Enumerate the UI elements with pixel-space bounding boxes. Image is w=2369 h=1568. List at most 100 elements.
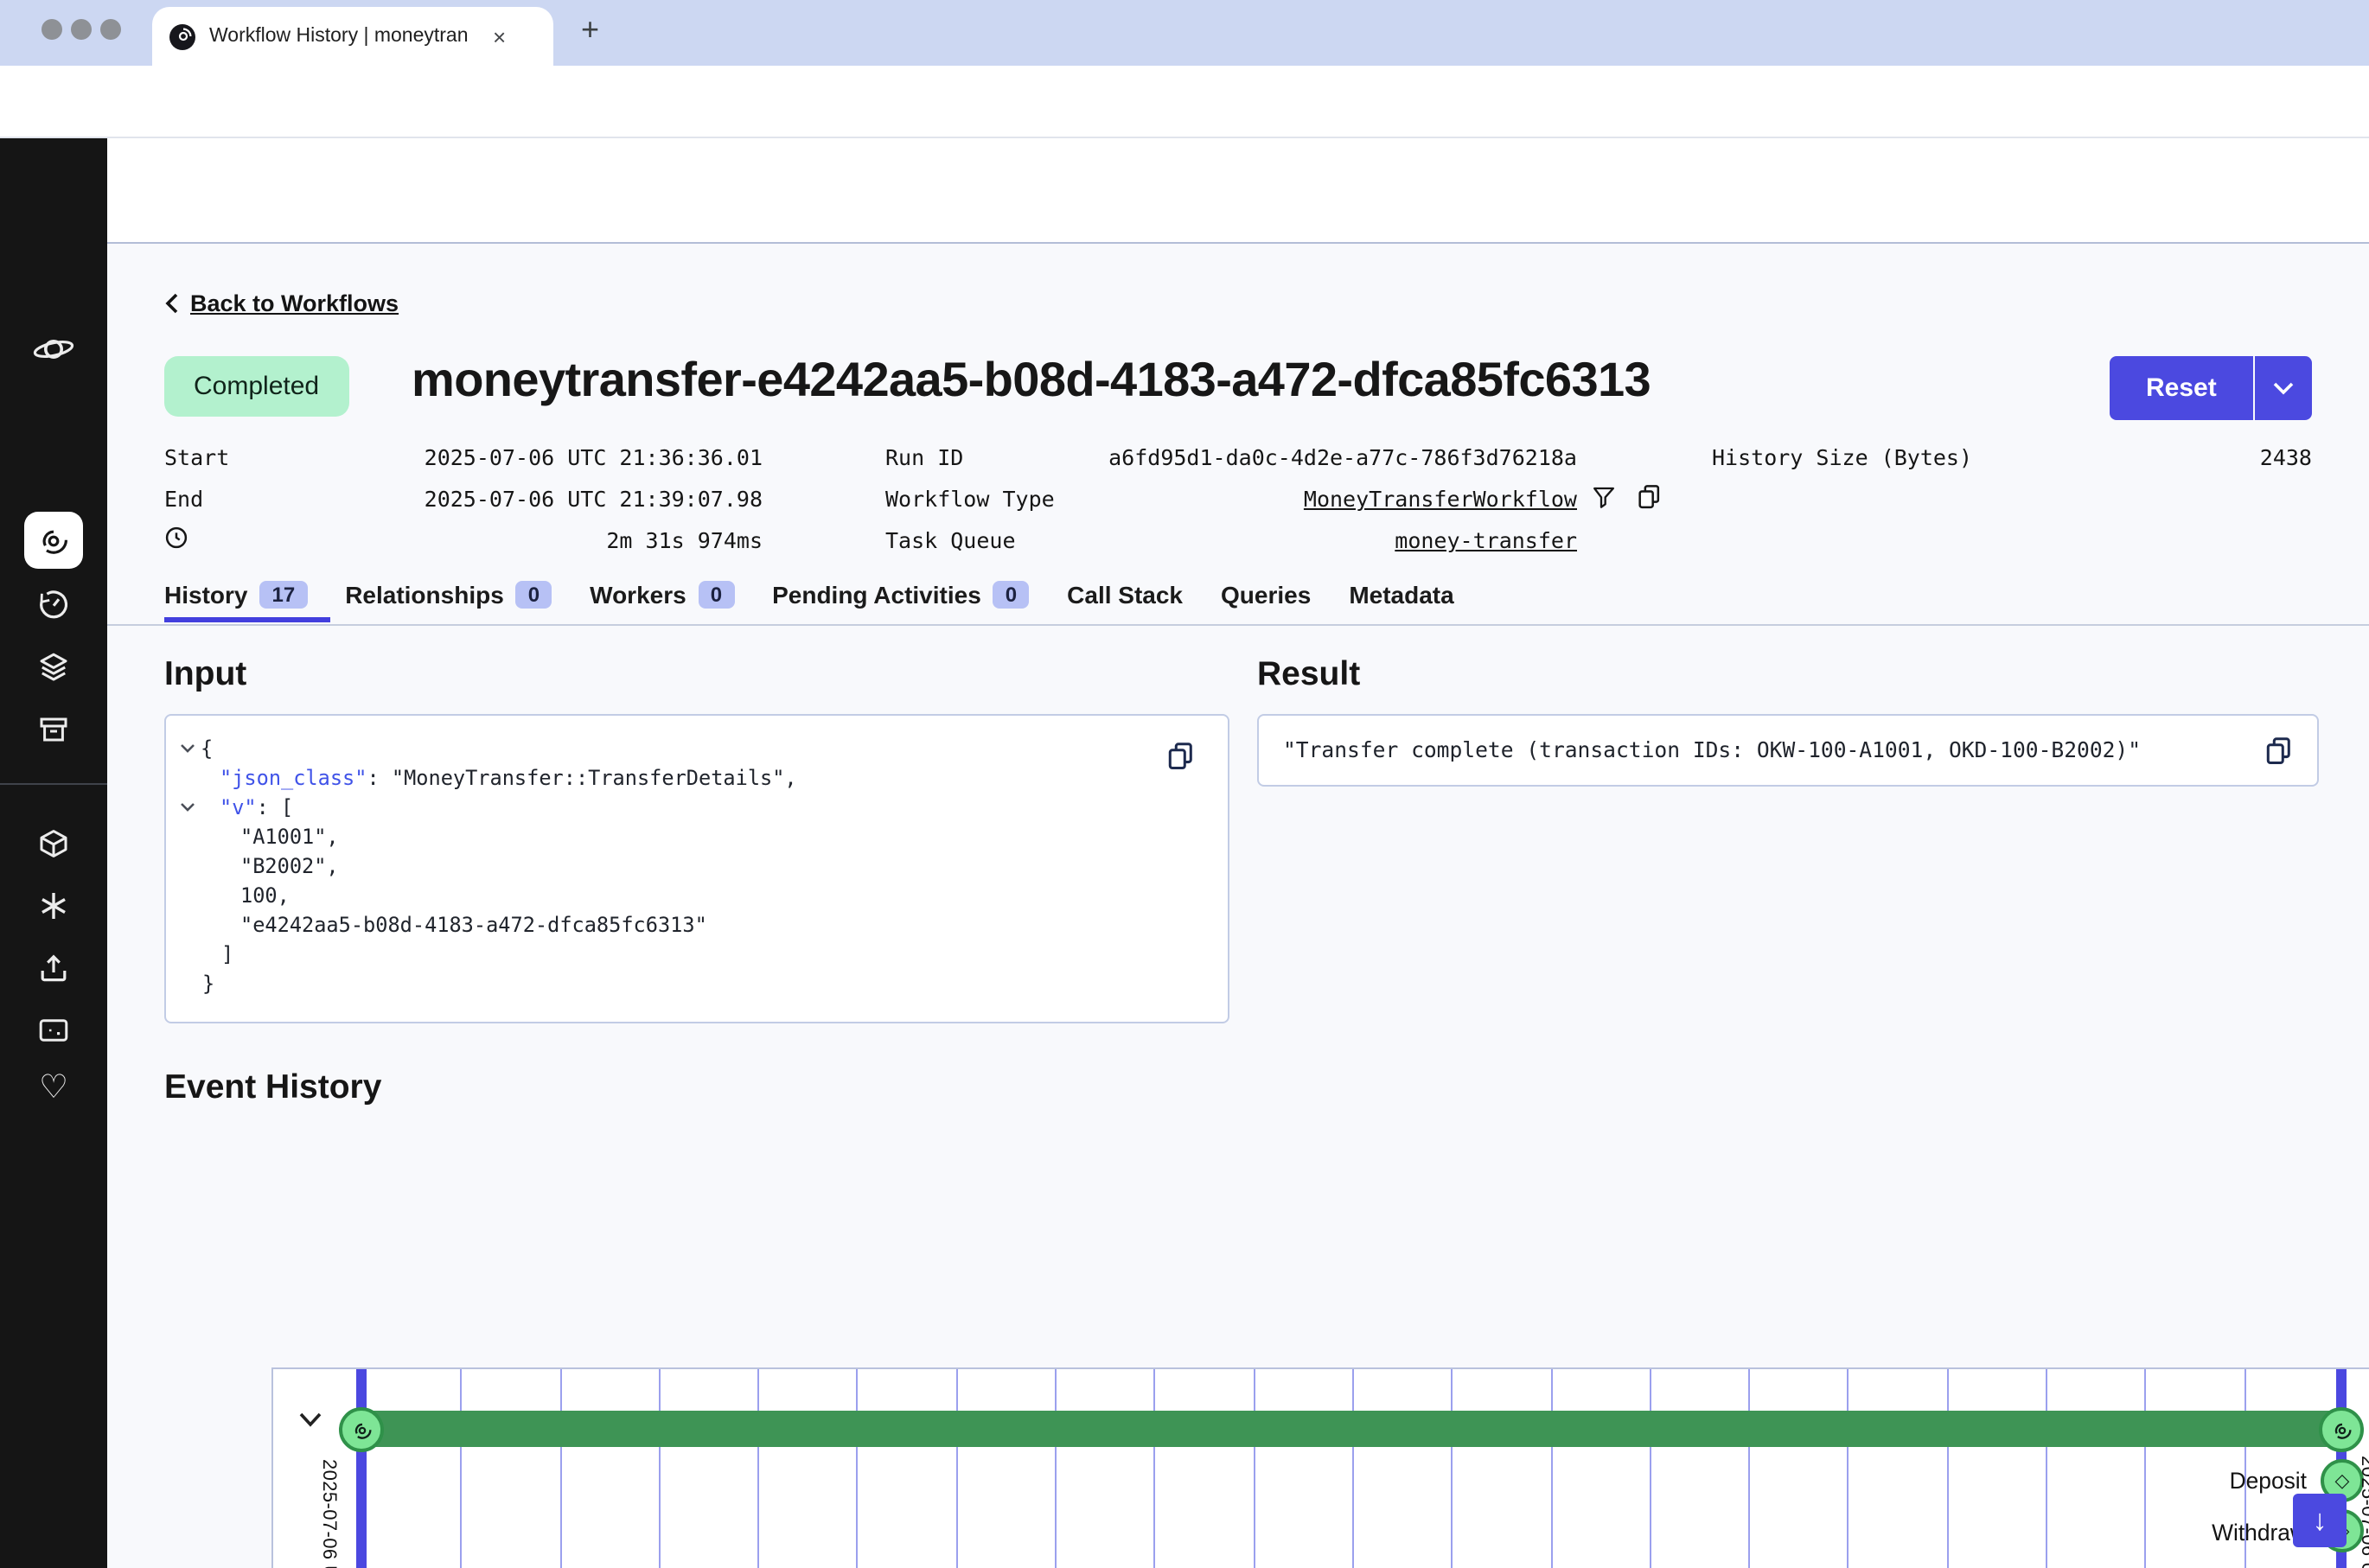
tab-workers-count: 0: [699, 581, 734, 609]
timeline-collapse-chevron-icon[interactable]: [297, 1411, 323, 1428]
end-value: 2025-07-06 UTC 21:39:07.98: [346, 486, 763, 512]
workflow-type-label: Workflow Type: [885, 486, 1055, 512]
tab-pending-activities[interactable]: Pending Activities 0: [772, 581, 1029, 609]
duration-value: 2m 31s 974ms: [346, 527, 763, 553]
archival-box-icon[interactable]: [36, 712, 71, 747]
schedules-clock-icon[interactable]: [36, 588, 71, 622]
scroll-to-end-button[interactable]: ↓: [2293, 1494, 2347, 1547]
history-size-value: 2438: [2144, 444, 2312, 470]
reset-split-button: Reset: [2110, 356, 2312, 420]
heart-icon[interactable]: ♡: [36, 1072, 71, 1106]
tab-call-stack-label: Call Stack: [1067, 581, 1183, 609]
batch-layers-icon[interactable]: [36, 650, 71, 685]
browser-toolbar: ← → ↻ localhost:8080/namespaces/default/…: [0, 66, 2369, 138]
import-upload-icon[interactable]: [36, 951, 71, 985]
traffic-light-zoom[interactable]: [100, 19, 121, 40]
workflow-start-event-marker[interactable]: [339, 1407, 384, 1452]
tab-relationships-count: 0: [516, 581, 552, 609]
gridline: [1748, 1369, 1750, 1568]
traffic-light-minimize[interactable]: [71, 19, 92, 40]
tab-metadata[interactable]: Metadata: [1349, 581, 1453, 609]
gridline: [659, 1369, 661, 1568]
json-value: : "MoneyTransfer::TransferDetails",: [367, 766, 796, 790]
gridline: [757, 1369, 759, 1568]
sidebar-divider: [0, 783, 107, 785]
traffic-light-close[interactable]: [42, 19, 62, 40]
workflow-type-value: MoneyTransferWorkflow: [1055, 486, 1577, 512]
collapse-chevron-icon[interactable]: [180, 802, 195, 813]
back-link-label[interactable]: Back to Workflows: [190, 290, 399, 316]
temporal-logo-icon[interactable]: [33, 328, 74, 370]
result-box: "Transfer complete (transaction IDs: OKW…: [1257, 714, 2319, 787]
copy-workflow-type-icon[interactable]: [1636, 482, 1662, 510]
result-value: "Transfer complete (transaction IDs: OKW…: [1283, 738, 2264, 762]
event-history-timeline: Deposit ◇ Withdraw ◇ 2025-07-06 UTC 21:3…: [271, 1367, 2369, 1568]
tab-pending-activities-label: Pending Activities: [772, 581, 981, 609]
timeline-start-time: 2025-07-06 UTC 21:36:36.01: [318, 1459, 339, 1568]
app-sidebar: ♡ ☀ 2.34.0: [0, 138, 107, 1568]
diamond-icon: ◇: [2335, 1469, 2350, 1492]
down-arrow-icon: ↓: [2313, 1506, 2327, 1535]
gridline: [1947, 1369, 1949, 1568]
gridline: [1352, 1369, 1354, 1568]
gridline: [1254, 1369, 1255, 1568]
json-key: "v": [220, 795, 257, 819]
json-line: "json_class": "MoneyTransfer::TransferDe…: [220, 766, 797, 790]
tabs-divider: [107, 624, 2369, 626]
tab-close-icon[interactable]: ×: [493, 23, 506, 49]
workflow-type-link[interactable]: MoneyTransferWorkflow: [1304, 486, 1577, 512]
status-badge-label: Completed: [194, 372, 319, 401]
workflows-icon[interactable]: [36, 524, 71, 558]
cube-icon[interactable]: [36, 826, 71, 861]
browser-tab[interactable]: Workflow History | moneytran ×: [152, 7, 553, 66]
browser-tabstrip: Workflow History | moneytran × +: [0, 0, 2369, 66]
tab-relationships[interactable]: Relationships0: [345, 581, 552, 609]
workflow-tabs: History17 Relationships0 Workers0 Pendin…: [164, 581, 1454, 609]
result-heading: Result: [1257, 655, 1360, 695]
json-line: {: [201, 736, 213, 761]
gridline: [856, 1369, 858, 1568]
main-content: Back to Workflows Completed moneytransfe…: [107, 244, 2369, 1568]
copy-input-icon[interactable]: [1165, 740, 1195, 771]
gridline: [1847, 1369, 1849, 1568]
event-history-heading: Event History: [164, 1068, 381, 1108]
asterisk-icon[interactable]: [36, 889, 71, 923]
json-line: "A1001",: [240, 825, 339, 849]
gridline: [1551, 1369, 1553, 1568]
temporal-favicon: [169, 23, 195, 49]
back-to-workflows[interactable]: Back to Workflows: [164, 290, 399, 316]
collapse-chevron-icon[interactable]: [180, 743, 195, 754]
run-id-value: a6fd95d1-da0c-4d2e-a77c-786f3d76218a: [1055, 444, 1577, 470]
tab-workers[interactable]: Workers0: [590, 581, 734, 609]
json-line: ]: [221, 942, 233, 966]
tab-history[interactable]: History17: [164, 581, 307, 609]
copy-result-icon[interactable]: [2264, 735, 2293, 766]
active-tab-underline: [164, 617, 330, 622]
timeline-plot-area: [273, 1369, 2369, 1568]
duration-clock-icon: [164, 526, 188, 550]
activity-label-withdraw: Withdraw: [2134, 1520, 2307, 1546]
tab-call-stack[interactable]: Call Stack: [1067, 581, 1183, 609]
task-queue-value: money-transfer: [1055, 527, 1577, 553]
feedback-image-icon[interactable]: [36, 1013, 71, 1048]
chevron-left-icon: [164, 292, 180, 315]
timeline-start-axis: [356, 1369, 367, 1568]
json-line: "v": [: [220, 795, 293, 819]
tab-pending-activities-count: 0: [993, 581, 1029, 609]
json-line: "B2002",: [240, 854, 339, 878]
workflow-end-event-marker[interactable]: [2319, 1407, 2364, 1452]
filter-funnel-icon[interactable]: [1591, 484, 1617, 510]
start-label: Start: [164, 444, 229, 470]
task-queue-link[interactable]: money-transfer: [1395, 527, 1577, 553]
tab-queries[interactable]: Queries: [1221, 581, 1311, 609]
workflow-execution-bar[interactable]: [363, 1411, 2343, 1447]
new-tab-button[interactable]: +: [581, 14, 599, 45]
reset-button[interactable]: Reset: [2110, 356, 2253, 420]
input-json-box: { "json_class": "MoneyTransfer::Transfer…: [164, 714, 1229, 1023]
json-line: }: [202, 972, 214, 996]
start-value: 2025-07-06 UTC 21:36:36.01: [346, 444, 763, 470]
json-value: : [: [257, 795, 294, 819]
reset-dropdown-button[interactable]: [2255, 356, 2312, 420]
json-key: "json_class": [220, 766, 367, 790]
tab-queries-label: Queries: [1221, 581, 1311, 609]
